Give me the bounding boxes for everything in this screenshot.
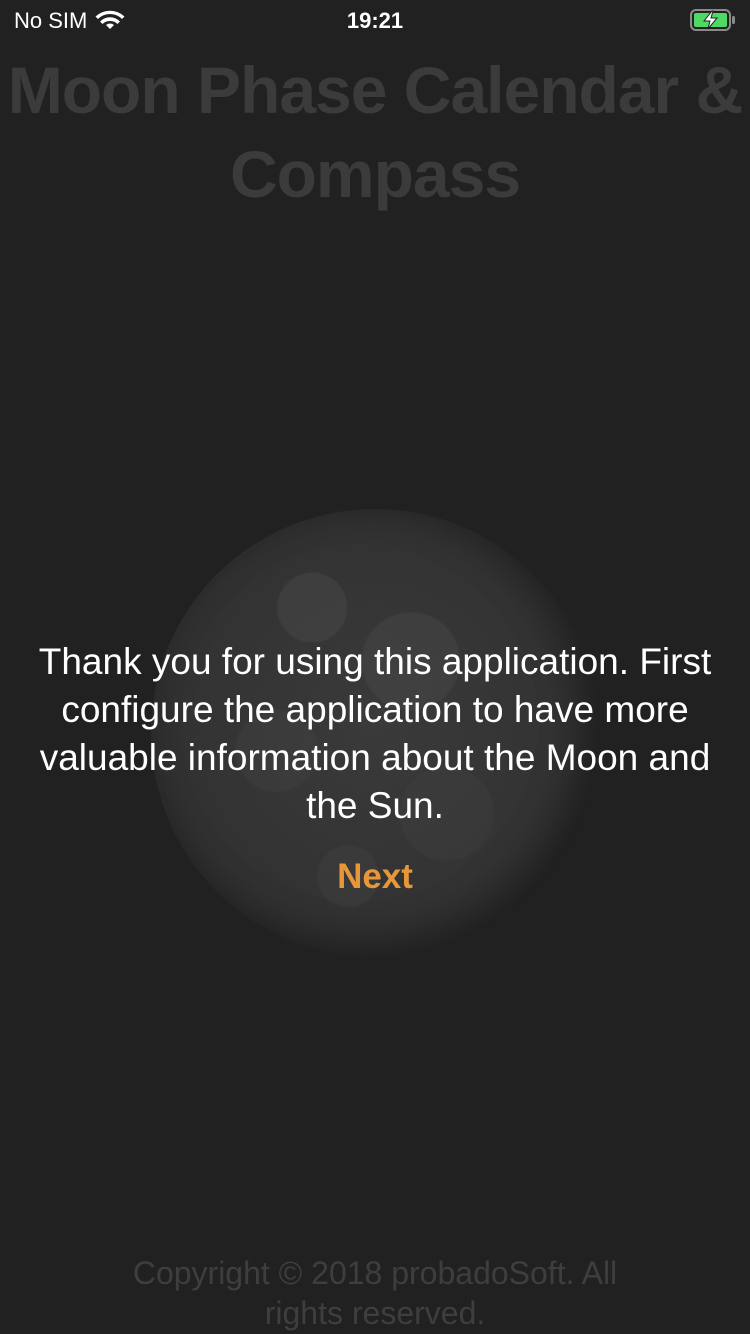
copyright-text: Copyright © 2018 probadoSoft. All rights…: [132, 1255, 618, 1331]
status-bar: No SIM 19:21: [0, 0, 750, 40]
status-time: 19:21: [346, 8, 404, 33]
battery-charging-icon: [690, 9, 736, 31]
app-title: Moon Phase Calendar & Compass: [7, 53, 744, 211]
welcome-message: Thank you for using this application. Fi…: [38, 641, 712, 826]
next-button[interactable]: Next: [300, 852, 450, 902]
